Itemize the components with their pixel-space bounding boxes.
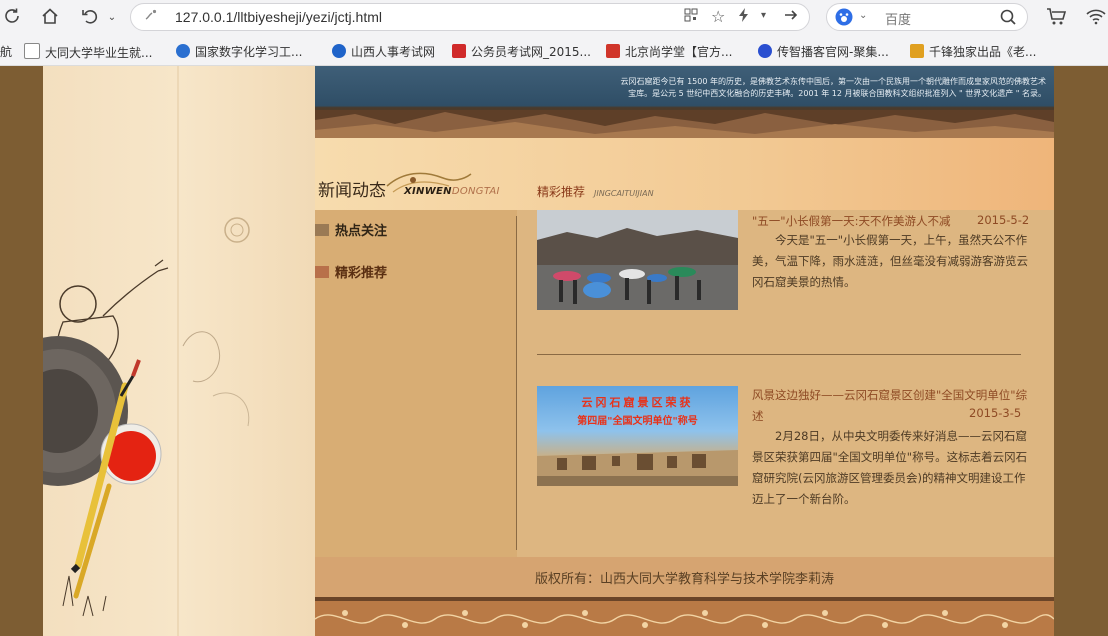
- chevron-down-icon[interactable]: ⌄: [100, 6, 124, 30]
- banner-intro-line: 云冈石窟距今已有 1500 年的历史，是佛教艺术东传中国后，第一次由一个民族用一…: [620, 77, 1046, 86]
- menu-item-hot[interactable]: 热点关注: [315, 220, 387, 239]
- security-icon[interactable]: [143, 7, 159, 27]
- article-date: 2015-3-5: [969, 406, 1022, 420]
- article-thumbnail[interactable]: 云冈石窟景区荣获 第四届"全国文明单位"称号: [537, 386, 738, 486]
- reload-icon[interactable]: [0, 6, 24, 30]
- right-frame: [1054, 66, 1108, 636]
- qianfeng-icon: [910, 44, 924, 58]
- bookmarks-bar: 航 大同大学毕业生就... 国家数字化学习工... 山西人事考试网 公务员考试网…: [0, 36, 1108, 66]
- address-bar[interactable]: 127.0.0.1/lltbiyesheji/yezi/jctj.html ☆ …: [130, 3, 810, 31]
- undo-icon[interactable]: [78, 6, 102, 30]
- menu-bullet-icon: [315, 266, 329, 278]
- menu-item-featured[interactable]: 精彩推荐: [315, 262, 387, 281]
- bookmark-item[interactable]: 航: [0, 43, 12, 60]
- bookmark-item[interactable]: 北京尚学堂【官方...: [606, 43, 732, 60]
- tab-title-en: JINGCAITUIJIAN: [594, 189, 654, 198]
- menu-item-label[interactable]: 热点关注: [335, 224, 387, 239]
- exam-icon: [332, 44, 346, 58]
- wifi-icon[interactable]: [1084, 6, 1108, 30]
- article-separator: [537, 354, 1021, 355]
- civil-exam-icon: [452, 44, 466, 58]
- menu-bullet-icon: [315, 224, 329, 236]
- bookmark-item[interactable]: 山西人事考试网: [332, 43, 435, 60]
- lightning-icon[interactable]: [737, 7, 751, 27]
- decorative-illustration: [43, 66, 250, 636]
- section-title-bar: 新闻动态 XINWENDONGTAI 精彩推荐 JINGCAITUIJIAN: [315, 138, 1054, 210]
- article-summary: 今天是"五一"小长假第一天，上午，虽然天公不作美，气温下降，雨水涟涟，但丝毫没有…: [752, 233, 1028, 289]
- qr-icon[interactable]: [683, 7, 699, 27]
- search-placeholder[interactable]: 百度: [885, 9, 911, 28]
- tab-title: 精彩推荐: [537, 185, 586, 199]
- home-icon[interactable]: [38, 6, 62, 30]
- vertical-divider: [516, 216, 517, 550]
- grotto-relief-image: [315, 110, 1054, 138]
- browser-toolbar: ⌄ 127.0.0.1/lltbiyesheji/yezi/jctj.html …: [0, 0, 1108, 36]
- e-icon: [176, 44, 190, 58]
- section-title-en-b: DONGTAI: [451, 186, 500, 197]
- engine-chevron-icon[interactable]: ⌄: [859, 10, 867, 21]
- side-menu: 热点关注 精彩推荐: [315, 210, 517, 557]
- shangxuetang-icon: [606, 44, 620, 58]
- search-icon[interactable]: [999, 8, 1017, 30]
- main-column: 云冈石窟距今已有 1500 年的历史，是佛教艺术东传中国后，第一次由一个民族用一…: [315, 66, 1054, 636]
- banner-intro-line: 宝库。是公元 5 世纪中西文化融合的历史丰碑。2001 年 12 月被联合国教科…: [628, 89, 1046, 98]
- article-summary: 2月28日，从中央文明委传来好消息——云冈石窟景区荣获第四届"全国文明单位"称号…: [752, 429, 1028, 506]
- bookmark-item[interactable]: 千锋独家出品《老...: [910, 43, 1036, 60]
- article-title[interactable]: "五一"小长假第一天:天不作美游人不减: [752, 213, 950, 229]
- bookmark-item[interactable]: 公务员考试网_2015...: [452, 43, 591, 60]
- page-icon: [24, 43, 40, 59]
- menu-item-label[interactable]: 精彩推荐: [335, 266, 387, 281]
- dropdown-icon[interactable]: ▾: [761, 10, 766, 21]
- url-text[interactable]: 127.0.0.1/lltbiyesheji/yezi/jctj.html: [175, 9, 382, 25]
- star-icon[interactable]: ☆: [711, 7, 725, 26]
- decorative-panel: [43, 66, 315, 636]
- bookmark-item[interactable]: 传智播客官网-聚集...: [758, 43, 889, 60]
- thumbnail-caption: 云冈石窟景区荣获: [581, 396, 694, 409]
- banner-intro: 云冈石窟距今已有 1500 年的历史，是佛教艺术东传中国后，第一次由一个民族用一…: [526, 76, 1046, 100]
- thumbnail-caption: 第四届"全国文明单位"称号: [577, 416, 698, 427]
- section-title-en: XINWENDONGTAI: [404, 186, 500, 197]
- decorative-pattern-border: [315, 597, 1054, 636]
- left-frame: [0, 66, 43, 636]
- cart-icon[interactable]: [1044, 6, 1068, 30]
- grotto-cliff-image: [537, 450, 738, 486]
- bookmark-item[interactable]: 大同大学毕业生就...: [24, 43, 152, 61]
- article-date: 2015-5-2: [977, 213, 1030, 227]
- header-banner: 云冈石窟距今已有 1500 年的历史，是佛教艺术东传中国后，第一次由一个民族用一…: [315, 66, 1054, 138]
- baidu-icon[interactable]: [835, 8, 853, 30]
- section-title: 新闻动态: [318, 181, 386, 201]
- itcast-icon: [758, 44, 772, 58]
- forward-icon[interactable]: [783, 7, 799, 27]
- content-area: 热点关注 精彩推荐 "五一"小长假第一天:天不作美游人不减 2015-5-2 今…: [315, 210, 1054, 557]
- section-title-en-a: XINWEN: [404, 186, 452, 197]
- search-box[interactable]: ⌄ 百度: [826, 3, 1028, 31]
- page-viewport: 云冈石窟距今已有 1500 年的历史，是佛教艺术东传中国后，第一次由一个民族用一…: [0, 66, 1108, 636]
- footer: 版权所有：山西大同大学教育科学与技术学院李莉涛: [315, 557, 1054, 597]
- copyright-text: 版权所有：山西大同大学教育科学与技术学院李莉涛: [534, 572, 834, 587]
- bookmark-item[interactable]: 国家数字化学习工...: [176, 43, 302, 60]
- article-thumbnail[interactable]: [537, 210, 738, 310]
